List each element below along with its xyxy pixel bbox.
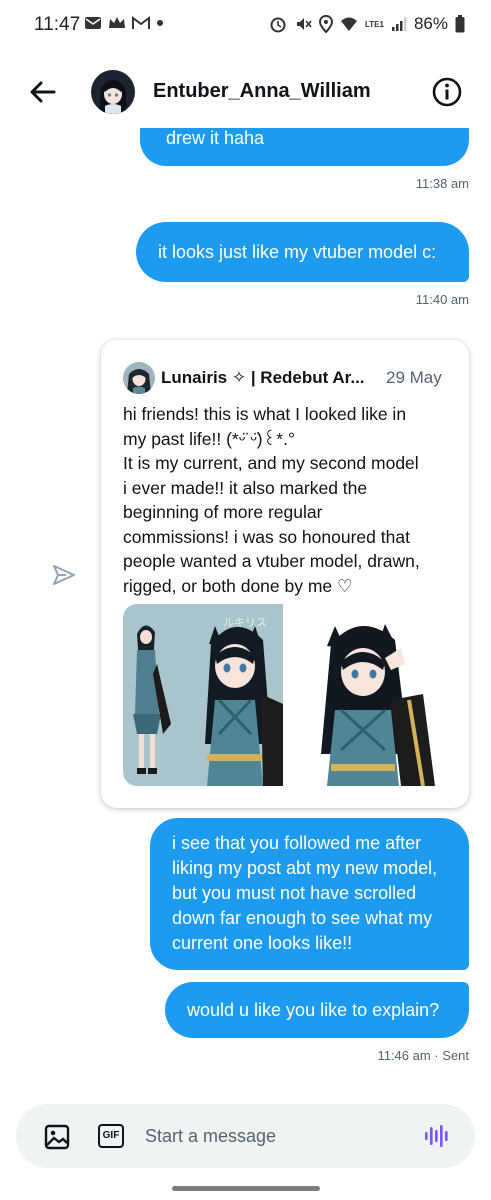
crown-icon	[109, 17, 125, 28]
gmail-icon	[132, 16, 150, 29]
tweet-text: hi friends! this is what I looked like i…	[123, 402, 458, 598]
voice-message-button[interactable]	[424, 1122, 452, 1150]
message-composer: GIF Start a message	[16, 1104, 475, 1168]
message-text: drew it haha	[166, 128, 265, 148]
dm-conversation-screen: 11:47 LTE1 86% Entuber_Anna_William drew…	[0, 0, 491, 1200]
battery-percent: 86%	[413, 14, 448, 33]
tweet-media[interactable]: ルキリス	[123, 604, 448, 786]
image-icon	[44, 1124, 70, 1150]
back-arrow-icon	[30, 81, 56, 103]
tweet-date: 29 May	[386, 368, 442, 387]
battery-icon	[455, 15, 465, 33]
tweet-line: It is my current, and my second model	[123, 453, 419, 473]
message-input[interactable]: Start a message	[145, 1126, 276, 1147]
home-indicator[interactable]	[172, 1186, 320, 1191]
network-label: LTE1	[365, 19, 384, 29]
add-photo-button[interactable]	[43, 1123, 71, 1151]
status-right: LTE1 86%	[269, 14, 465, 34]
message-timestamp: 11:46 am · Sent	[377, 1048, 469, 1063]
status-bar: 11:47 LTE1 86%	[0, 0, 491, 56]
mute-icon	[297, 18, 312, 30]
message-timestamp: 11:40 am	[415, 292, 469, 307]
tweet-author-name[interactable]: Lunairis ✧ | Redebut Ar...	[161, 368, 365, 388]
conversation-header: Entuber_Anna_William	[0, 56, 491, 128]
signal-icon	[391, 17, 407, 31]
message-text: it looks just like my vtuber model c:	[158, 242, 437, 262]
notification-icons	[84, 16, 164, 30]
more-notifications-dot-icon	[157, 20, 163, 26]
tweet-avatar-icon	[123, 362, 155, 394]
tweet-line: rigged, or both done by me ♡	[123, 575, 353, 596]
tweet-author-avatar[interactable]	[123, 362, 155, 394]
alarm-icon	[270, 17, 286, 33]
sent-message-bubble[interactable]: it looks just like my vtuber model c:	[136, 222, 469, 282]
tweet-line: beginning of more regular	[123, 502, 323, 522]
shared-tweet-card[interactable]: Lunairis ✧ | Redebut Ar... 29 May hi fri…	[101, 340, 469, 808]
message-timestamp: 11:38 am	[415, 176, 469, 191]
send-icon	[53, 565, 75, 585]
conversation-title[interactable]: Entuber_Anna_William	[153, 80, 371, 103]
mail-notification-icon	[85, 17, 101, 29]
tweet-line: i ever made!! it also marked the	[123, 477, 368, 498]
wifi-icon	[341, 17, 357, 31]
sent-message-bubble[interactable]: drew it haha	[140, 128, 469, 166]
message-text: i see that you followed me after liking …	[172, 833, 438, 953]
sent-message-bubble[interactable]: i see that you followed me after liking …	[150, 818, 469, 970]
voice-wave-icon	[425, 1125, 448, 1147]
conversation-info-button[interactable]	[431, 76, 463, 108]
info-icon	[432, 77, 462, 107]
profile-avatar-icon	[91, 70, 135, 114]
tweet-line: people wanted a vtuber model, drawn,	[123, 551, 420, 571]
vtuber-model-artwork-image: ルキリス	[123, 604, 448, 786]
gif-button[interactable]: GIF	[98, 1124, 124, 1148]
message-text: would u like you like to explain?	[187, 1000, 440, 1020]
sent-message-bubble[interactable]: would u like you like to explain?	[165, 982, 469, 1038]
share-tweet-button[interactable]	[51, 562, 77, 588]
tweet-line: hi friends! this is what I looked like i…	[123, 404, 407, 424]
location-icon	[319, 15, 333, 33]
status-time: 11:47	[34, 14, 81, 35]
avatar[interactable]	[91, 70, 135, 114]
tweet-line: commissions! i was so honoured that	[123, 526, 410, 547]
artwork-watermark: ルキリス	[223, 616, 267, 629]
back-button[interactable]	[24, 72, 64, 112]
tweet-line: my past life!! (*ᵕ̈ ᵕ̈)꒰*.°	[123, 428, 295, 449]
